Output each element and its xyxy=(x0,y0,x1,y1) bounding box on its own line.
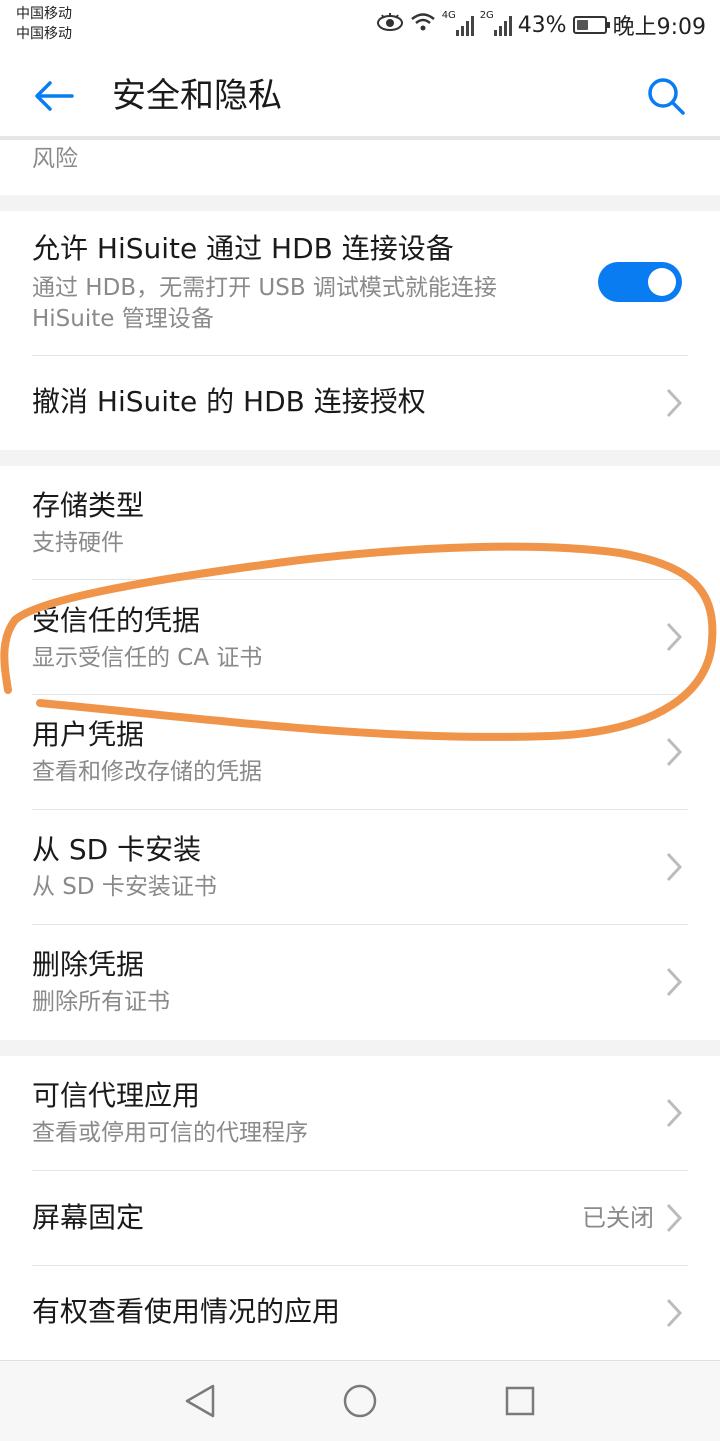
carrier-2: 中国移动 xyxy=(16,26,72,42)
chevron-right-icon xyxy=(666,1203,683,1233)
trust-agents-row[interactable]: 可信代理应用 查看或停用可信的代理程序 xyxy=(0,1056,720,1170)
battery-icon xyxy=(572,16,610,34)
status-icons: 4G 2G 43% 晚上9:09 xyxy=(376,8,706,42)
back-button[interactable] xyxy=(28,70,80,122)
trusted-credentials-row[interactable]: 受信任的凭据 显示受信任的 CA 证书 xyxy=(0,580,720,694)
signal-2g-icon: 2G xyxy=(480,10,512,36)
allow-hdb-title: 允许 HiSuite 通过 HDB 连接设备 xyxy=(32,232,454,265)
wifi-icon xyxy=(410,12,436,38)
other-settings-card: 可信代理应用 查看或停用可信的代理程序 屏幕固定 已关闭 有权查看使用情况的应用 xyxy=(0,1056,720,1360)
app-bar: 安全和隐私 xyxy=(0,50,720,140)
install-from-sd-title: 从 SD 卡安装 xyxy=(32,833,202,866)
clock: 晚上9:09 xyxy=(612,15,706,40)
user-credentials-row[interactable]: 用户凭据 查看和修改存储的凭据 xyxy=(0,695,720,809)
allow-hdb-toggle[interactable] xyxy=(598,262,682,302)
allow-hdb-sub-line1: 通过 HDB，无需打开 USB 调试模式就能连接 xyxy=(32,275,497,301)
network-type-2: 2G xyxy=(479,10,494,21)
usage-access-title: 有权查看使用情况的应用 xyxy=(32,1295,341,1328)
revoke-hdb-row[interactable]: 撤消 HiSuite 的 HDB 连接授权 xyxy=(0,356,720,450)
page-title: 安全和隐私 xyxy=(112,76,282,116)
user-credentials-sub: 查看和修改存储的凭据 xyxy=(32,759,262,785)
nav-recents-button[interactable] xyxy=(496,1377,544,1425)
chevron-right-icon xyxy=(666,737,683,767)
chevron-right-icon xyxy=(666,967,683,997)
circle-home-icon xyxy=(343,1384,377,1418)
storage-type-row: 存储类型 支持硬件 xyxy=(0,466,720,579)
chevron-right-icon xyxy=(666,852,683,882)
partial-card: 风险 xyxy=(0,140,720,195)
screen-pinning-row[interactable]: 屏幕固定 已关闭 xyxy=(0,1171,720,1265)
status-bar: 中国移动 中国移动 4G 2G 43% 晚上9:09 xyxy=(0,0,720,50)
battery-percent: 43% xyxy=(517,12,567,38)
trusted-credentials-sub: 显示受信任的 CA 证书 xyxy=(32,645,263,671)
search-icon xyxy=(648,78,685,115)
eye-comfort-icon xyxy=(376,12,404,38)
chevron-right-icon xyxy=(666,388,683,418)
triangle-back-icon xyxy=(185,1384,215,1418)
arrow-left-icon xyxy=(35,81,74,111)
usage-access-row[interactable]: 有权查看使用情况的应用 xyxy=(0,1266,720,1360)
user-credentials-title: 用户凭据 xyxy=(32,718,145,751)
screen-pinning-value: 已关闭 xyxy=(582,1204,654,1232)
delete-credentials-title: 删除凭据 xyxy=(32,948,145,981)
chevron-right-icon xyxy=(666,622,683,652)
nav-home-button[interactable] xyxy=(336,1377,384,1425)
install-from-sd-row[interactable]: 从 SD 卡安装 从 SD 卡安装证书 xyxy=(0,810,720,924)
square-recents-icon xyxy=(505,1386,535,1416)
signal-4g-icon: 4G xyxy=(442,10,474,36)
screen-pinning-title: 屏幕固定 xyxy=(32,1201,145,1234)
carrier-1: 中国移动 xyxy=(16,6,72,22)
network-type-1: 4G xyxy=(441,10,456,21)
allow-hdb-sub-line2: HiSuite 管理设备 xyxy=(32,306,214,332)
storage-type-title: 存储类型 xyxy=(32,489,145,522)
delete-credentials-row[interactable]: 删除凭据 删除所有证书 xyxy=(0,925,720,1040)
search-button[interactable] xyxy=(640,70,692,122)
toggle-knob xyxy=(648,268,676,296)
carrier-info: 中国移动 中国移动 xyxy=(16,4,72,44)
delete-credentials-sub: 删除所有证书 xyxy=(32,989,170,1015)
chevron-right-icon xyxy=(666,1098,683,1128)
revoke-hdb-title: 撤消 HiSuite 的 HDB 连接授权 xyxy=(32,385,426,418)
install-from-sd-sub: 从 SD 卡安装证书 xyxy=(32,874,217,900)
storage-type-sub: 支持硬件 xyxy=(32,530,124,556)
trust-agents-sub: 查看或停用可信的代理程序 xyxy=(32,1120,308,1146)
partial-item-subtitle: 风险 xyxy=(32,146,78,172)
navigation-bar xyxy=(0,1360,720,1441)
chevron-right-icon xyxy=(666,1298,683,1328)
nav-back-button[interactable] xyxy=(176,1377,224,1425)
hdb-card: 允许 HiSuite 通过 HDB 连接设备 通过 HDB，无需打开 USB 调… xyxy=(0,211,720,450)
trust-agents-title: 可信代理应用 xyxy=(32,1079,201,1112)
credentials-card: 存储类型 支持硬件 受信任的凭据 显示受信任的 CA 证书 用户凭据 查看和修改… xyxy=(0,466,720,1040)
trusted-credentials-title: 受信任的凭据 xyxy=(32,604,201,637)
allow-hdb-row[interactable]: 允许 HiSuite 通过 HDB 连接设备 通过 HDB，无需打开 USB 调… xyxy=(0,211,720,355)
